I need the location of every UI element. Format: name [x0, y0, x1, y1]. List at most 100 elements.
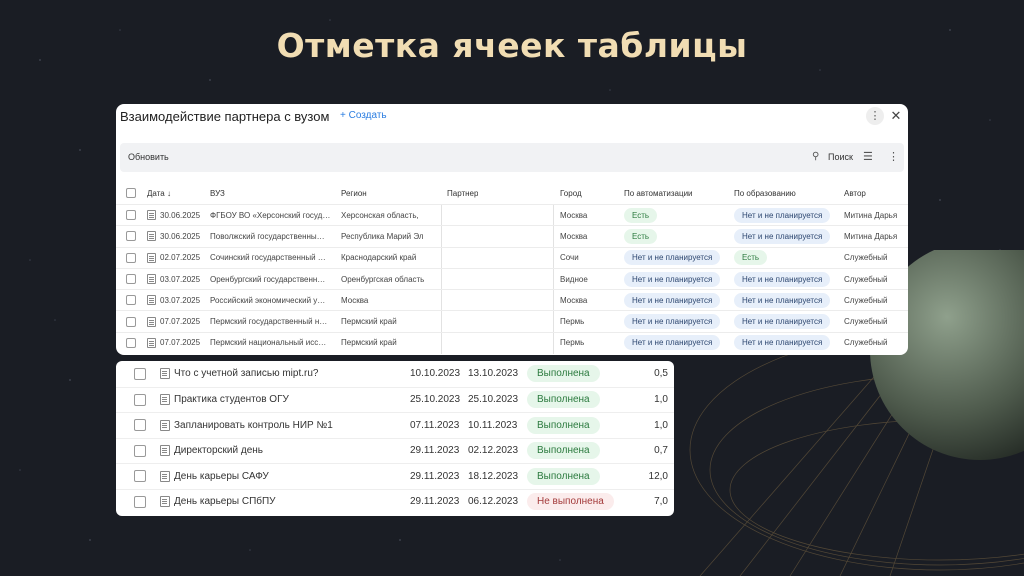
search-button[interactable]: Поиск	[828, 152, 853, 162]
row-checkbox[interactable]	[134, 393, 146, 406]
row-checkbox[interactable]	[126, 252, 136, 263]
end-date-cell: 25.10.2023	[468, 394, 519, 406]
task-name[interactable]: Запланировать контроль НИР №1	[174, 420, 333, 431]
close-icon[interactable]: ✕	[887, 107, 905, 125]
document-icon[interactable]	[160, 496, 170, 508]
status-cell: Выполнена	[527, 413, 600, 438]
task-name[interactable]: Директорский день	[174, 445, 263, 456]
education-badge: Нет и не планируется	[734, 228, 831, 244]
row-checkbox[interactable]	[134, 470, 146, 483]
column-header[interactable]: По автоматизации	[624, 182, 693, 204]
hours-cell: 0,7	[654, 445, 668, 457]
region-cell: Пермский край	[341, 317, 397, 327]
table-row[interactable]: 07.07.2025 Пермский национальный исс… Перм…	[116, 331, 908, 353]
education-cell: Нет и не планируется	[734, 226, 831, 246]
filter-icon[interactable]: ☰	[863, 150, 873, 163]
hours-cell: 1,0	[654, 394, 668, 406]
document-icon[interactable]	[147, 231, 156, 242]
table-row[interactable]: 07.07.2025 Пермский государственный н… Пер…	[116, 310, 908, 331]
task-name[interactable]: День карьеры САФУ	[174, 471, 269, 482]
row-checkbox[interactable]	[126, 274, 136, 285]
task-name[interactable]: Что с учетной записью mipt.ru?	[174, 368, 318, 379]
row-checkbox[interactable]	[126, 231, 136, 242]
automation-cell: Нет и не планируется	[624, 290, 721, 310]
row-checkbox[interactable]	[126, 295, 136, 306]
refresh-button[interactable]: Обновить	[128, 152, 169, 162]
task-row[interactable]: Запланировать контроль НИР №1 07.11.2023 1…	[116, 412, 674, 438]
row-checkbox[interactable]	[126, 210, 136, 221]
row-checkbox[interactable]	[126, 337, 136, 348]
document-icon[interactable]	[147, 295, 156, 306]
task-row[interactable]: Практика студентов ОГУ 25.10.2023 25.10.20…	[116, 386, 674, 413]
document-icon[interactable]	[160, 394, 170, 406]
document-icon[interactable]	[147, 274, 156, 285]
end-date-cell: 18.12.2023	[468, 470, 519, 482]
document-icon[interactable]	[160, 368, 170, 380]
table-row[interactable]: 30.06.2025 ФГБОУ ВО «Херсонский госуд… Хер…	[116, 204, 908, 225]
automation-badge: Нет и не планируется	[624, 271, 721, 287]
row-select-cell	[126, 333, 136, 353]
table-row[interactable]: 03.07.2025 Оренбургский государственн… Оре…	[116, 267, 908, 289]
row-checkbox[interactable]	[134, 419, 146, 432]
task-row[interactable]: Директорский день 29.11.2023 02.12.2023 Вып…	[116, 437, 674, 464]
task-name[interactable]: День карьеры СПбПУ	[174, 496, 276, 507]
row-checkbox[interactable]	[126, 316, 136, 327]
document-icon[interactable]	[147, 252, 156, 263]
city-cell: Сочи	[560, 253, 579, 263]
task-name[interactable]: Практика студентов ОГУ	[174, 394, 289, 405]
table-row[interactable]: 03.07.2025 Российский экономический у… Мос…	[116, 289, 908, 310]
partner-cell	[447, 269, 547, 289]
education-cell: Есть	[734, 248, 768, 268]
column-header[interactable]: Дата ↓	[147, 182, 171, 204]
more-vertical-icon[interactable]: ⋮	[866, 107, 884, 125]
status-cell: Выполнена	[527, 464, 600, 489]
row-checkbox[interactable]	[134, 495, 146, 508]
education-cell: Нет и не планируется	[734, 333, 831, 353]
document-icon[interactable]	[160, 445, 170, 457]
document-icon[interactable]	[160, 419, 170, 431]
column-header[interactable]: ВУЗ	[210, 182, 225, 204]
column-header[interactable]: По образованию	[734, 182, 796, 204]
partner-interaction-panel: Взаимодействие партнера с вузом + Создат…	[116, 104, 908, 355]
row-checkbox[interactable]	[134, 367, 146, 380]
select-all-checkbox[interactable]	[126, 188, 136, 198]
document-icon[interactable]	[160, 470, 170, 482]
partner-cell	[447, 248, 547, 268]
education-cell: Нет и не планируется	[734, 269, 831, 289]
automation-cell: Нет и не планируется	[624, 333, 721, 353]
column-header[interactable]: Партнер	[447, 182, 478, 204]
education-cell: Нет и не планируется	[734, 290, 831, 310]
row-select-cell	[126, 226, 136, 246]
partner-table: Дата ↓ ВУЗ Регион Партнер Город По автоматиза…	[116, 182, 908, 353]
status-cell: Не выполнена	[527, 490, 614, 515]
column-header[interactable]: Автор	[844, 182, 866, 204]
city-cell: Пермь	[560, 317, 585, 327]
table-row[interactable]: 02.07.2025 Сочинский государственный … Кра…	[116, 246, 908, 268]
task-row[interactable]: День карьеры СПбПУ 29.11.2023 06.12.2023 Не…	[116, 488, 674, 515]
task-row[interactable]: День карьеры САФУ 29.11.2023 18.12.2023 Вып…	[116, 463, 674, 489]
toolbar-more-icon[interactable]: ⋮	[888, 150, 899, 163]
status-badge: Не выполнена	[527, 493, 614, 511]
table-row[interactable]: 30.06.2025 Поволжский государственны… Респ…	[116, 225, 908, 246]
automation-cell: Нет и не планируется	[624, 248, 721, 268]
author-cell: Служебный	[844, 253, 888, 263]
column-header[interactable]: Город	[560, 182, 582, 204]
document-icon[interactable]	[147, 316, 156, 327]
document-icon[interactable]	[147, 210, 156, 221]
hours-cell: 7,0	[654, 496, 668, 508]
row-checkbox[interactable]	[134, 444, 146, 457]
task-name-cell: День карьеры САФУ	[160, 464, 269, 489]
search-icon[interactable]: ⚲	[812, 151, 819, 162]
create-button[interactable]: + Создать	[340, 110, 387, 121]
status-cell: Выполнена	[527, 388, 600, 413]
education-badge: Нет и не планируется	[734, 314, 831, 330]
partner-cell	[447, 205, 547, 225]
column-header[interactable]: Регион	[341, 182, 367, 204]
table-header-row: Дата ↓ ВУЗ Регион Партнер Город По автоматиза…	[116, 182, 908, 204]
vuz-cell: Сочинский государственный …	[210, 253, 326, 263]
tasks-table: Что с учетной записью mipt.ru? 10.10.2023…	[116, 361, 674, 516]
region-cell: Москва	[341, 295, 369, 305]
task-row[interactable]: Что с учетной записью mipt.ru? 10.10.2023…	[116, 361, 674, 387]
document-icon[interactable]	[147, 337, 156, 348]
hours-cell: 12,0	[648, 470, 668, 482]
